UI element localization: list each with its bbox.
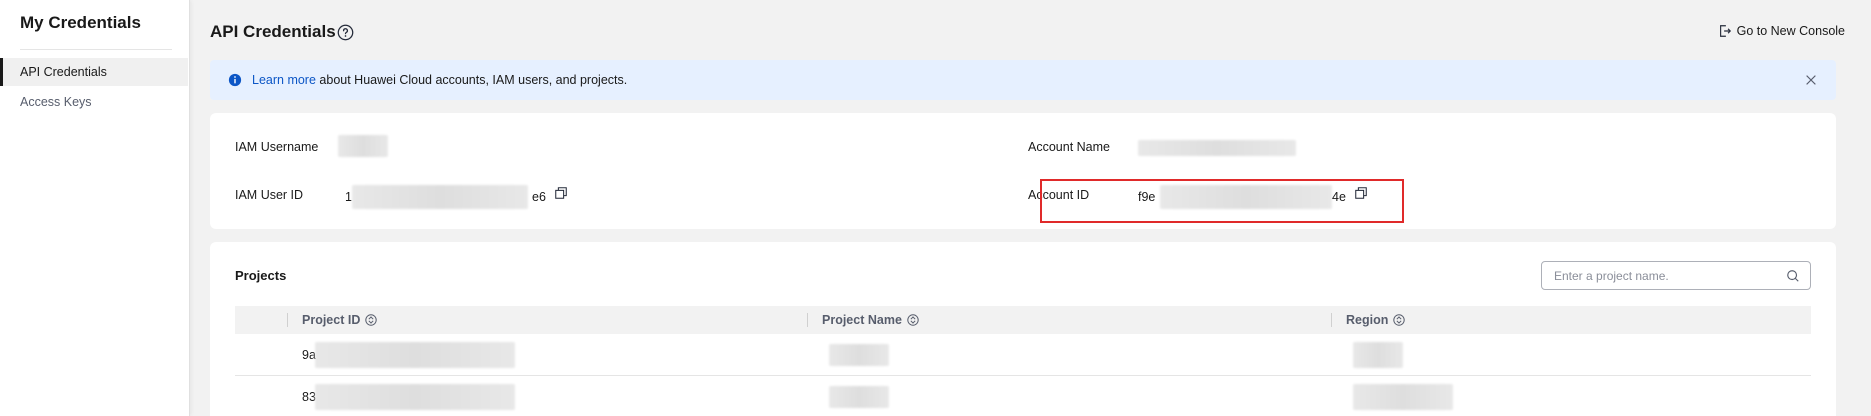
- info-circle-icon: [228, 73, 242, 87]
- table-row[interactable]: 83: [235, 376, 1811, 416]
- go-to-new-console-link[interactable]: Go to New Console: [1718, 24, 1845, 38]
- region-redacted: [1353, 342, 1403, 368]
- projects-card: Projects Project ID Project Name: [210, 242, 1836, 416]
- sidebar-title: My Credentials: [20, 13, 141, 32]
- sidebar-item-api-credentials[interactable]: API Credentials: [0, 58, 188, 86]
- column-project-name: Project Name: [822, 306, 919, 334]
- column-divider: [807, 313, 808, 327]
- iam-username-label: IAM Username: [235, 140, 319, 154]
- banner-message: Learn more about Huawei Cloud accounts, …: [252, 73, 627, 87]
- page-title: API Credentials: [210, 22, 336, 41]
- project-id-redacted: [315, 384, 515, 410]
- project-name-redacted: [829, 386, 889, 408]
- sort-icon[interactable]: [365, 314, 378, 326]
- iam-user-id-suffix: e6: [532, 190, 546, 204]
- account-name-value-redacted: [1138, 140, 1296, 156]
- project-id-prefix: 9a: [302, 348, 316, 362]
- column-project-id-label: Project ID: [302, 313, 361, 327]
- iam-user-id-redacted: [352, 185, 528, 209]
- close-icon[interactable]: [1804, 73, 1818, 87]
- column-divider: [1331, 313, 1332, 327]
- info-banner: Learn more about Huawei Cloud accounts, …: [210, 60, 1836, 100]
- column-region: Region: [1346, 306, 1406, 334]
- banner-text: about Huawei Cloud accounts, IAM users, …: [315, 73, 628, 87]
- question-circle-icon[interactable]: [337, 24, 354, 41]
- search-icon[interactable]: [1786, 269, 1800, 283]
- project-search: [1541, 261, 1811, 290]
- sidebar: My Credentials API Credentials Access Ke…: [0, 0, 190, 416]
- go-console-label: Go to New Console: [1736, 24, 1845, 38]
- sidebar-divider: [20, 49, 172, 50]
- table-row[interactable]: 9a: [235, 334, 1811, 376]
- sort-icon[interactable]: [1393, 314, 1406, 326]
- account-name-label: Account Name: [1028, 140, 1110, 154]
- exit-icon: [1719, 25, 1731, 37]
- project-id-prefix: 83: [302, 390, 316, 404]
- project-search-input[interactable]: [1554, 262, 1774, 289]
- sort-icon[interactable]: [907, 314, 919, 326]
- project-name-redacted: [829, 344, 889, 366]
- iam-user-id-prefix: 1: [345, 190, 352, 204]
- column-divider: [287, 313, 288, 327]
- column-region-label: Region: [1346, 313, 1389, 327]
- column-project-name-label: Project Name: [822, 313, 902, 327]
- projects-title: Projects: [235, 268, 287, 283]
- project-id-redacted: [315, 342, 515, 368]
- sidebar-item-access-keys[interactable]: Access Keys: [0, 88, 188, 116]
- main-content: API Credentials Go to New Console Learn …: [190, 0, 1871, 416]
- copy-icon[interactable]: [554, 186, 568, 200]
- account-id-highlight-box: [1040, 179, 1404, 223]
- iam-username-value-redacted: [338, 135, 388, 157]
- region-redacted: [1353, 384, 1453, 410]
- column-project-id: Project ID: [302, 306, 378, 334]
- projects-table-header: Project ID Project Name Region: [235, 306, 1811, 334]
- credentials-card: IAM Username Account Name IAM User ID 1 …: [210, 113, 1836, 229]
- learn-more-link[interactable]: Learn more: [252, 73, 316, 87]
- iam-user-id-label: IAM User ID: [235, 188, 304, 202]
